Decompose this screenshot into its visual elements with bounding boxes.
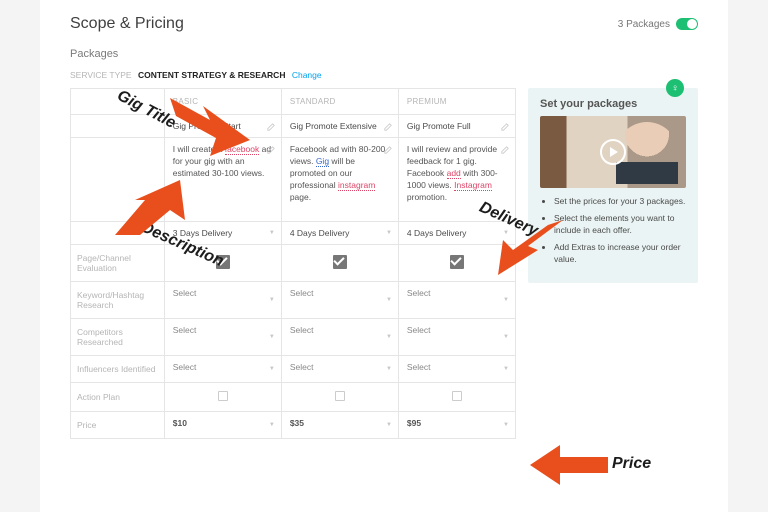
- chevron-down-icon: ▼: [269, 366, 275, 372]
- title-input-premium[interactable]: Gig Promote Full: [398, 115, 515, 138]
- page-eval-check-standard[interactable]: [281, 245, 398, 282]
- pencil-icon: [384, 146, 392, 154]
- keyword-select-basic[interactable]: Select▼: [164, 282, 281, 319]
- pencil-icon: [267, 123, 275, 131]
- row-influencers: Influencers Identified: [71, 356, 165, 383]
- row-action-plan: Action Plan: [71, 383, 165, 412]
- chevron-down-icon: ▼: [386, 230, 392, 236]
- arrow-icon: [498, 220, 563, 275]
- tip-video[interactable]: [540, 116, 686, 188]
- page-title: Scope & Pricing: [70, 15, 184, 33]
- pencil-icon: [384, 123, 392, 131]
- pencil-icon: [501, 123, 509, 131]
- arrow-icon: [115, 180, 185, 235]
- checkbox-checked-icon: [450, 255, 464, 269]
- keyword-select-premium[interactable]: Select▼: [398, 282, 515, 319]
- action-plan-check-basic[interactable]: [164, 383, 281, 412]
- arrow-icon: [530, 445, 608, 485]
- title-input-standard[interactable]: Gig Promote Extensive: [281, 115, 398, 138]
- arrow-icon: [170, 98, 250, 168]
- lightbulb-icon: ♀: [666, 79, 684, 97]
- checkbox-checked-icon: [216, 255, 230, 269]
- chevron-down-icon: ▼: [269, 230, 275, 236]
- packages-section-label: Packages: [70, 48, 698, 60]
- keyword-select-standard[interactable]: Select▼: [281, 282, 398, 319]
- row-price: Price: [71, 412, 165, 439]
- chevron-down-icon: ▼: [503, 297, 509, 303]
- chevron-down-icon: ▼: [386, 334, 392, 340]
- pencil-icon: [501, 146, 509, 154]
- pencil-icon: [267, 146, 275, 154]
- tier-header-standard: STANDARD: [281, 89, 398, 115]
- influencers-select-premium[interactable]: Select▼: [398, 356, 515, 383]
- price-select-basic[interactable]: $10▼: [164, 412, 281, 439]
- tip-item: Set the prices for your 3 packages.: [554, 196, 686, 207]
- chevron-down-icon: ▼: [386, 422, 392, 428]
- service-type-label: SERVICE TYPE: [70, 70, 132, 80]
- competitors-select-basic[interactable]: Select▼: [164, 319, 281, 356]
- checkbox-checked-icon: [333, 255, 347, 269]
- influencers-select-basic[interactable]: Select▼: [164, 356, 281, 383]
- chevron-down-icon: ▼: [269, 297, 275, 303]
- chevron-down-icon: ▼: [386, 297, 392, 303]
- row-keyword: Keyword/Hashtag Research: [71, 282, 165, 319]
- competitors-select-premium[interactable]: Select▼: [398, 319, 515, 356]
- checkbox-unchecked-icon: [218, 391, 228, 401]
- checkbox-unchecked-icon: [335, 391, 345, 401]
- row-competitors: Competitors Researched: [71, 319, 165, 356]
- chevron-down-icon: ▼: [503, 366, 509, 372]
- chevron-down-icon: ▼: [269, 334, 275, 340]
- chevron-down-icon: ▼: [503, 334, 509, 340]
- tip-item: Select the elements you want to include …: [554, 213, 686, 236]
- price-select-standard[interactable]: $35▼: [281, 412, 398, 439]
- tip-item: Add Extras to increase your order value.: [554, 242, 686, 265]
- action-plan-check-premium[interactable]: [398, 383, 515, 412]
- delivery-select-standard[interactable]: 4 Days Delivery▼: [281, 222, 398, 245]
- influencers-select-standard[interactable]: Select▼: [281, 356, 398, 383]
- chevron-down-icon: ▼: [269, 422, 275, 428]
- row-page-eval: Page/Channel Evaluation: [71, 245, 165, 282]
- service-type-change-link[interactable]: Change: [292, 70, 322, 80]
- chevron-down-icon: ▼: [503, 422, 509, 428]
- checkbox-unchecked-icon: [452, 391, 462, 401]
- play-icon: [600, 139, 626, 165]
- description-input-premium[interactable]: I will review and provide feedback for 1…: [398, 138, 515, 222]
- service-type-value: CONTENT STRATEGY & RESEARCH: [138, 70, 286, 80]
- packages-count-label: 3 Packages: [618, 19, 670, 30]
- action-plan-check-standard[interactable]: [281, 383, 398, 412]
- page-eval-check-basic[interactable]: [164, 245, 281, 282]
- tip-title: Set your packages: [540, 98, 686, 110]
- price-select-premium[interactable]: $95▼: [398, 412, 515, 439]
- competitors-select-standard[interactable]: Select▼: [281, 319, 398, 356]
- description-input-standard[interactable]: Facebook ad with 80-200 views. Gig will …: [281, 138, 398, 222]
- tier-header-premium: PREMIUM: [398, 89, 515, 115]
- packages-toggle[interactable]: [676, 18, 698, 30]
- chevron-down-icon: ▼: [386, 366, 392, 372]
- packages-table: BASIC STANDARD PREMIUM Gig Promote Start…: [70, 88, 516, 439]
